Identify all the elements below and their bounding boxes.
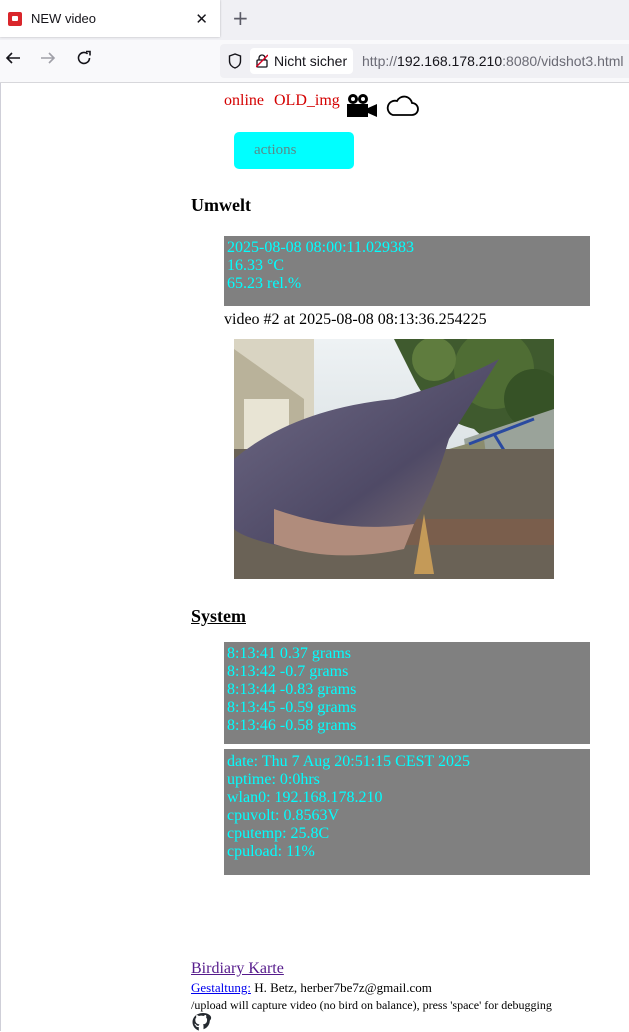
status-line: online OLD_img [224, 92, 346, 110]
weight-entry: 8:13:42 -0.7 grams [227, 663, 349, 680]
actions-button[interactable]: actions [234, 132, 354, 169]
url-host: 192.168.178.210 [397, 53, 503, 69]
online-status: online [224, 92, 264, 109]
url-scheme: http:// [362, 53, 398, 69]
weight-entry: 8:13:45 -0.59 grams [227, 699, 357, 716]
old-img-status: OLD_img [274, 92, 340, 109]
new-tab-button[interactable]: + [232, 6, 249, 30]
umwelt-heading: Umwelt [191, 195, 251, 215]
back-button[interactable] [5, 50, 21, 71]
video-caption: video #2 at 2025-08-08 08:13:36.254225 [224, 311, 487, 328]
weight-entry: 8:13:41 0.37 grams [227, 645, 351, 662]
back-arrow-icon [5, 52, 20, 64]
system-uptime: uptime: 0:0hrs [227, 771, 320, 788]
env-timestamp: 2025-08-08 08:00:11.029383 [227, 239, 414, 256]
nav-bar: Nicht sicher http://192.168.178.210:8080… [0, 40, 629, 83]
forward-button[interactable] [40, 50, 56, 71]
url-text[interactable]: http://192.168.178.210:8080/vidshot3.htm… [362, 53, 624, 69]
forward-arrow-icon [41, 52, 56, 64]
credit-text: H. Betz, herber7be7z@gmail.com [250, 980, 432, 995]
page-content: online OLD_img actions Umwelt 2025-08-08… [0, 83, 629, 1031]
environment-box: 2025-08-08 08:00:11.029383 16.33 °C 65.2… [224, 236, 590, 306]
active-tab[interactable]: NEW video ✕ [0, 0, 220, 37]
cloud-icon[interactable] [385, 95, 419, 117]
bird-snapshot-image[interactable] [234, 339, 554, 579]
url-path: :8080/vidshot3.html [502, 53, 624, 69]
reload-icon [77, 50, 91, 65]
system-cputemp: cputemp: 25.8C [227, 825, 330, 842]
reload-button[interactable] [76, 50, 92, 71]
system-wlan: wlan0: 192.168.178.210 [227, 789, 383, 806]
github-icon[interactable] [191, 1012, 215, 1032]
system-cpuload: cpuload: 11% [227, 843, 315, 860]
upload-note: /upload will capture video (no bird on b… [191, 998, 552, 1012]
security-label: Nicht sicher [274, 53, 348, 69]
video-camera-icon[interactable] [346, 93, 378, 118]
tab-title: NEW video [31, 11, 97, 26]
tab-bar: NEW video ✕ + [0, 0, 629, 40]
env-temperature: 16.33 °C [227, 257, 285, 274]
system-cpuvolt: cpuvolt: 0.8563V [227, 807, 339, 824]
credit-line: Gestaltung: H. Betz, herber7be7z@gmail.c… [191, 980, 432, 996]
shield-icon[interactable] [228, 53, 242, 69]
system-info-box: date: Thu 7 Aug 20:51:15 CEST 2025 uptim… [224, 749, 590, 875]
system-date: date: Thu 7 Aug 20:51:15 CEST 2025 [227, 753, 470, 770]
credit-link[interactable]: Gestaltung: [191, 980, 251, 995]
favicon-icon [8, 11, 22, 26]
weight-entry: 8:13:46 -0.58 grams [227, 717, 357, 734]
birdiary-map-link[interactable]: Birdiary Karte [191, 960, 284, 978]
weight-log-box: 8:13:41 0.37 grams 8:13:42 -0.7 grams 8:… [224, 642, 590, 744]
system-heading: System [191, 606, 246, 626]
env-humidity: 65.23 rel.% [227, 275, 302, 292]
security-indicator[interactable]: Nicht sicher [250, 48, 354, 74]
insecure-lock-icon [256, 54, 268, 68]
weight-entry: 8:13:44 -0.83 grams [227, 681, 357, 698]
url-bar[interactable]: Nicht sicher http://192.168.178.210:8080… [220, 44, 629, 78]
tab-close-icon[interactable]: ✕ [195, 10, 208, 28]
